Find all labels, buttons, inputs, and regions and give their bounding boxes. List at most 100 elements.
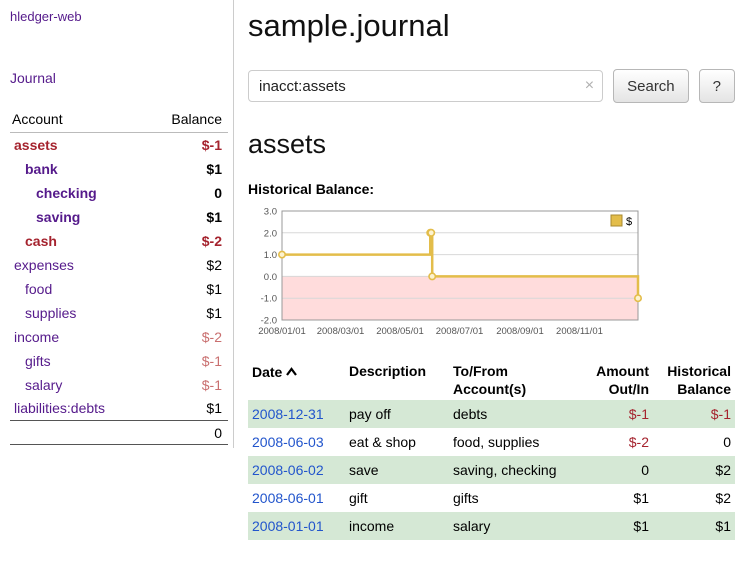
register-header-balance: Historical Balance [653, 360, 735, 400]
transaction-amount: $1 [583, 484, 653, 512]
transaction-amount: $-2 [583, 428, 653, 456]
main-content: sample.journal × Search ? assets Histori… [248, 0, 735, 540]
transaction-balance: $-1 [653, 400, 735, 428]
search-form: × Search ? [248, 69, 735, 103]
register-row: 2008-06-03 eat & shop food, supplies $-2… [248, 428, 735, 456]
chart-label: Historical Balance: [248, 181, 735, 197]
accounts-header-account: Account [10, 108, 146, 133]
svg-text:3.0: 3.0 [264, 207, 277, 218]
account-balance: $-1 [146, 133, 228, 157]
register-header-date-label: Date [252, 364, 282, 380]
account-row: bank $1 [10, 157, 228, 181]
svg-text:-2.0: -2.0 [261, 316, 277, 327]
register-header-account: To/From Account(s) [449, 360, 583, 400]
transaction-account: gifts [449, 484, 583, 512]
account-balance: $1 [146, 397, 228, 421]
account-link-salary[interactable]: salary [25, 377, 62, 393]
account-row: liabilities:debts $1 [10, 397, 228, 421]
register-header-date[interactable]: Date [248, 360, 345, 400]
transaction-amount: $1 [583, 512, 653, 540]
svg-text:1.0: 1.0 [264, 250, 277, 261]
register-header-amount: Amount Out/In [583, 360, 653, 400]
transaction-description: save [345, 456, 449, 484]
svg-text:0.0: 0.0 [264, 272, 277, 283]
account-page-title: assets [248, 129, 735, 160]
account-link-food[interactable]: food [25, 281, 52, 297]
register-row: 2008-12-31 pay off debts $-1 $-1 [248, 400, 735, 428]
account-row: cash $-2 [10, 229, 228, 253]
account-link-expenses[interactable]: expenses [14, 257, 74, 273]
account-link-checking[interactable]: checking [36, 185, 97, 201]
app-title-link[interactable]: hledger-web [10, 9, 82, 24]
accounts-header-row: Account Balance [10, 108, 228, 133]
account-link-cash[interactable]: cash [25, 233, 57, 249]
accounts-tree: Account Balance assets $-1 bank $1 check… [10, 108, 228, 445]
account-link-bank[interactable]: bank [25, 161, 58, 177]
transaction-balance: $2 [653, 484, 735, 512]
accounts-total-row: 0 [10, 421, 228, 445]
transaction-account: debts [449, 400, 583, 428]
transaction-date-link[interactable]: 2008-12-31 [252, 406, 324, 422]
account-balance: $1 [146, 277, 228, 301]
svg-text:2008/07/01: 2008/07/01 [436, 326, 484, 337]
search-button[interactable]: Search [613, 69, 689, 103]
account-balance: $-1 [146, 373, 228, 397]
account-row: checking 0 [10, 181, 228, 205]
historical-balance-chart: 3.0 2.0 1.0 0.0 -1.0 -2.02008/01/01 2008/03/01… [248, 202, 648, 348]
transaction-date-link[interactable]: 2008-06-02 [252, 462, 324, 478]
transaction-balance: $2 [653, 456, 735, 484]
account-balance: 0 [146, 181, 228, 205]
account-balance: $2 [146, 253, 228, 277]
account-link-gifts[interactable]: gifts [25, 353, 51, 369]
register-row: 2008-06-02 save saving, checking 0 $2 [248, 456, 735, 484]
svg-text:2008/01/01: 2008/01/01 [258, 326, 306, 337]
clear-search-icon[interactable]: × [585, 76, 594, 96]
transaction-account: salary [449, 512, 583, 540]
svg-text:2008/09/01: 2008/09/01 [496, 326, 544, 337]
account-row: gifts $-1 [10, 349, 228, 373]
account-row: income $-2 [10, 325, 228, 349]
account-row: expenses $2 [10, 253, 228, 277]
register-row: 2008-01-01 income salary $1 $1 [248, 512, 735, 540]
account-link-saving[interactable]: saving [36, 209, 80, 225]
transaction-account: food, supplies [449, 428, 583, 456]
sidebar-item-journal[interactable]: Journal [10, 70, 56, 86]
account-row: supplies $1 [10, 301, 228, 325]
transaction-description: pay off [345, 400, 449, 428]
account-row: food $1 [10, 277, 228, 301]
search-input[interactable] [248, 70, 603, 102]
account-balance: $-2 [146, 229, 228, 253]
page-title: sample.journal [248, 8, 735, 44]
sort-asc-icon [285, 362, 298, 380]
transaction-date-link[interactable]: 2008-06-03 [252, 434, 324, 450]
search-box: × [248, 70, 603, 102]
svg-text:$: $ [626, 216, 632, 228]
register-table: Date Description To/From Account(s) Amou… [248, 360, 735, 540]
transaction-balance: $1 [653, 512, 735, 540]
account-row: assets $-1 [10, 133, 228, 157]
transaction-description: income [345, 512, 449, 540]
account-balance: $1 [146, 301, 228, 325]
account-row: salary $-1 [10, 373, 228, 397]
svg-text:2.0: 2.0 [264, 228, 277, 239]
sidebar: hledger-web Journal Account Balance asse… [0, 0, 234, 448]
transaction-description: gift [345, 484, 449, 512]
transaction-amount: 0 [583, 456, 653, 484]
account-balance: $1 [146, 205, 228, 229]
account-link-income[interactable]: income [14, 329, 59, 345]
account-link-liabilities-debts[interactable]: liabilities:debts [14, 400, 105, 416]
svg-text:-1.0: -1.0 [261, 294, 277, 305]
help-button[interactable]: ? [699, 69, 735, 103]
account-balance: $-2 [146, 325, 228, 349]
account-balance: $1 [146, 157, 228, 181]
accounts-header-balance: Balance [146, 108, 228, 133]
transaction-amount: $-1 [583, 400, 653, 428]
transaction-date-link[interactable]: 2008-01-01 [252, 518, 324, 534]
transaction-account: saving, checking [449, 456, 583, 484]
accounts-total-balance: 0 [146, 421, 228, 445]
transaction-date-link[interactable]: 2008-06-01 [252, 490, 324, 506]
svg-text:2008/03/01: 2008/03/01 [317, 326, 365, 337]
transaction-balance: 0 [653, 428, 735, 456]
account-link-assets[interactable]: assets [14, 137, 58, 153]
account-link-supplies[interactable]: supplies [25, 305, 76, 321]
